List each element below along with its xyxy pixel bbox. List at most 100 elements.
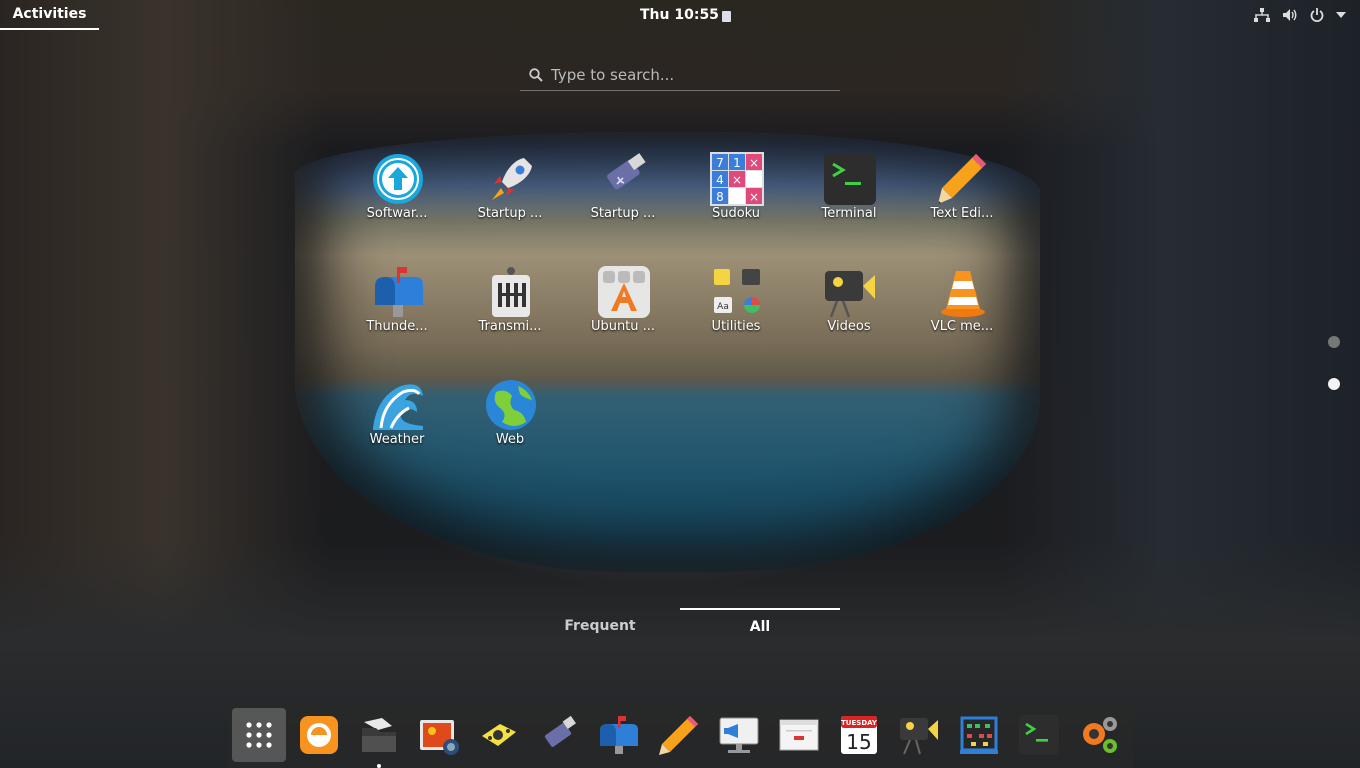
videos-icon <box>825 271 875 318</box>
startup-disk-creator-icon <box>607 153 646 190</box>
app-label: VLC me... <box>930 319 994 334</box>
app-label: Transmi... <box>478 319 542 334</box>
svg-text:×: × <box>732 173 742 187</box>
activities-button[interactable]: Activities <box>0 0 99 30</box>
terminal-icon <box>824 153 876 205</box>
abacus-icon <box>960 716 998 754</box>
app-text-editor[interactable]: Text Edi... <box>912 152 1012 232</box>
app-startup-applications[interactable]: Startup ... <box>460 152 560 232</box>
startup-rocket-icon <box>492 158 532 200</box>
dock-document-viewer[interactable] <box>772 708 826 762</box>
svg-text:4: 4 <box>716 173 724 187</box>
presentation-icon <box>719 717 759 753</box>
app-label: Ubuntu ... <box>590 319 656 334</box>
app-label: Terminal <box>821 206 877 221</box>
app-label: Weather <box>369 432 425 447</box>
app-ubuntu-software[interactable]: Ubuntu ... <box>573 265 673 345</box>
ubuntu-software-icon <box>598 266 650 318</box>
dock-thunderbird[interactable] <box>592 708 646 762</box>
search-input[interactable] <box>549 65 823 85</box>
dock: TUESDAY 15 <box>228 702 1133 768</box>
desktop-overview: Activities Thu 10:55 Type to search... S… <box>0 0 1360 768</box>
notification-icon <box>721 10 731 22</box>
app-label: Web <box>495 432 525 447</box>
dock-text-editor[interactable] <box>652 708 706 762</box>
app-label: Sudoku <box>711 206 761 221</box>
page-dot-1[interactable] <box>1328 336 1340 348</box>
app-software-updater[interactable]: Softwar... <box>347 152 447 232</box>
app-sudoku[interactable]: 7 1 × 4 × 8 × Sudoku <box>686 152 786 232</box>
dock-image-viewer[interactable] <box>412 708 466 762</box>
app-label: Softwar... <box>366 206 428 221</box>
app-terminal[interactable]: Terminal <box>799 152 899 232</box>
app-label: Utilities <box>711 319 761 334</box>
text-editor-icon <box>938 154 986 204</box>
videos-icon <box>900 718 938 755</box>
page-dot-2-active[interactable] <box>1328 378 1340 390</box>
svg-text:7: 7 <box>716 156 724 170</box>
calendar-icon: TUESDAY 15 <box>841 716 878 754</box>
show-applications-button[interactable] <box>232 708 286 762</box>
gears-icon <box>1083 717 1117 753</box>
system-tray[interactable] <box>1254 0 1346 30</box>
dock-abacus[interactable] <box>952 708 1006 762</box>
svg-text:8: 8 <box>716 190 724 204</box>
dock-calendar[interactable]: TUESDAY 15 <box>832 708 886 762</box>
view-switch: Frequent All <box>520 608 840 644</box>
transmission-icon <box>492 267 530 317</box>
app-utilities[interactable]: Aa Utilities <box>686 265 786 345</box>
app-label: Thunde... <box>366 319 428 334</box>
network-icon <box>1254 8 1270 22</box>
folder-icon <box>362 718 396 752</box>
app-thunderbird[interactable]: Thunde... <box>347 265 447 345</box>
calendar-day-label: TUESDAY <box>841 719 878 727</box>
clock[interactable]: Thu 10:55 <box>640 0 731 30</box>
dock-firefox[interactable] <box>292 708 346 762</box>
dock-terminal[interactable] <box>1012 708 1066 762</box>
dock-files[interactable] <box>352 708 406 768</box>
top-bar: Activities Thu 10:55 <box>0 0 1360 30</box>
weather-icon <box>373 384 423 430</box>
search-box[interactable] <box>520 60 840 91</box>
app-startup-disk-creator[interactable]: Startup ... <box>573 152 673 232</box>
camera-icon <box>482 724 516 746</box>
app-label: Text Edi... <box>930 206 994 221</box>
tab-all[interactable]: All <box>680 608 840 644</box>
web-browser-icon <box>486 380 536 430</box>
pencil-icon <box>659 716 698 755</box>
firefox-icon <box>300 716 338 754</box>
app-label: Videos <box>827 319 871 334</box>
usb-icon <box>544 715 576 747</box>
grid-icon <box>246 722 272 748</box>
terminal-icon <box>1019 715 1059 755</box>
software-updater-icon <box>373 154 423 204</box>
power-icon <box>1310 8 1324 22</box>
svg-text:×: × <box>749 156 759 170</box>
app-vlc[interactable]: VLC me... <box>912 265 1012 345</box>
utilities-folder-icon: Aa <box>714 269 760 313</box>
dock-presentation[interactable] <box>712 708 766 762</box>
volume-icon <box>1283 9 1297 21</box>
app-videos[interactable]: Videos <box>799 265 899 345</box>
clock-text: Thu 10:55 <box>640 7 719 23</box>
tab-frequent[interactable]: Frequent <box>520 608 680 644</box>
tray-menu-arrow-icon <box>1336 12 1346 18</box>
app-label: Startup ... <box>590 206 656 221</box>
sudoku-icon: 7 1 × 4 × 8 × <box>710 152 764 206</box>
app-transmission[interactable]: Transmi... <box>460 265 560 345</box>
svg-text:×: × <box>749 190 759 204</box>
app-weather[interactable]: Weather <box>347 378 447 458</box>
vlc-icon <box>941 271 985 317</box>
dock-startup-disk-creator[interactable] <box>532 708 586 762</box>
dock-settings[interactable] <box>1072 708 1126 762</box>
svg-text:Aa: Aa <box>717 302 729 312</box>
app-web[interactable]: Web <box>460 378 560 458</box>
search-icon <box>529 68 543 82</box>
document-icon <box>779 719 819 751</box>
dock-screenshot[interactable] <box>472 708 526 762</box>
dock-videos[interactable] <box>892 708 946 762</box>
thunderbird-mailbox-icon <box>375 267 423 317</box>
calendar-date-label: 15 <box>846 730 871 754</box>
running-indicator <box>377 764 381 768</box>
app-label: Startup ... <box>477 206 543 221</box>
